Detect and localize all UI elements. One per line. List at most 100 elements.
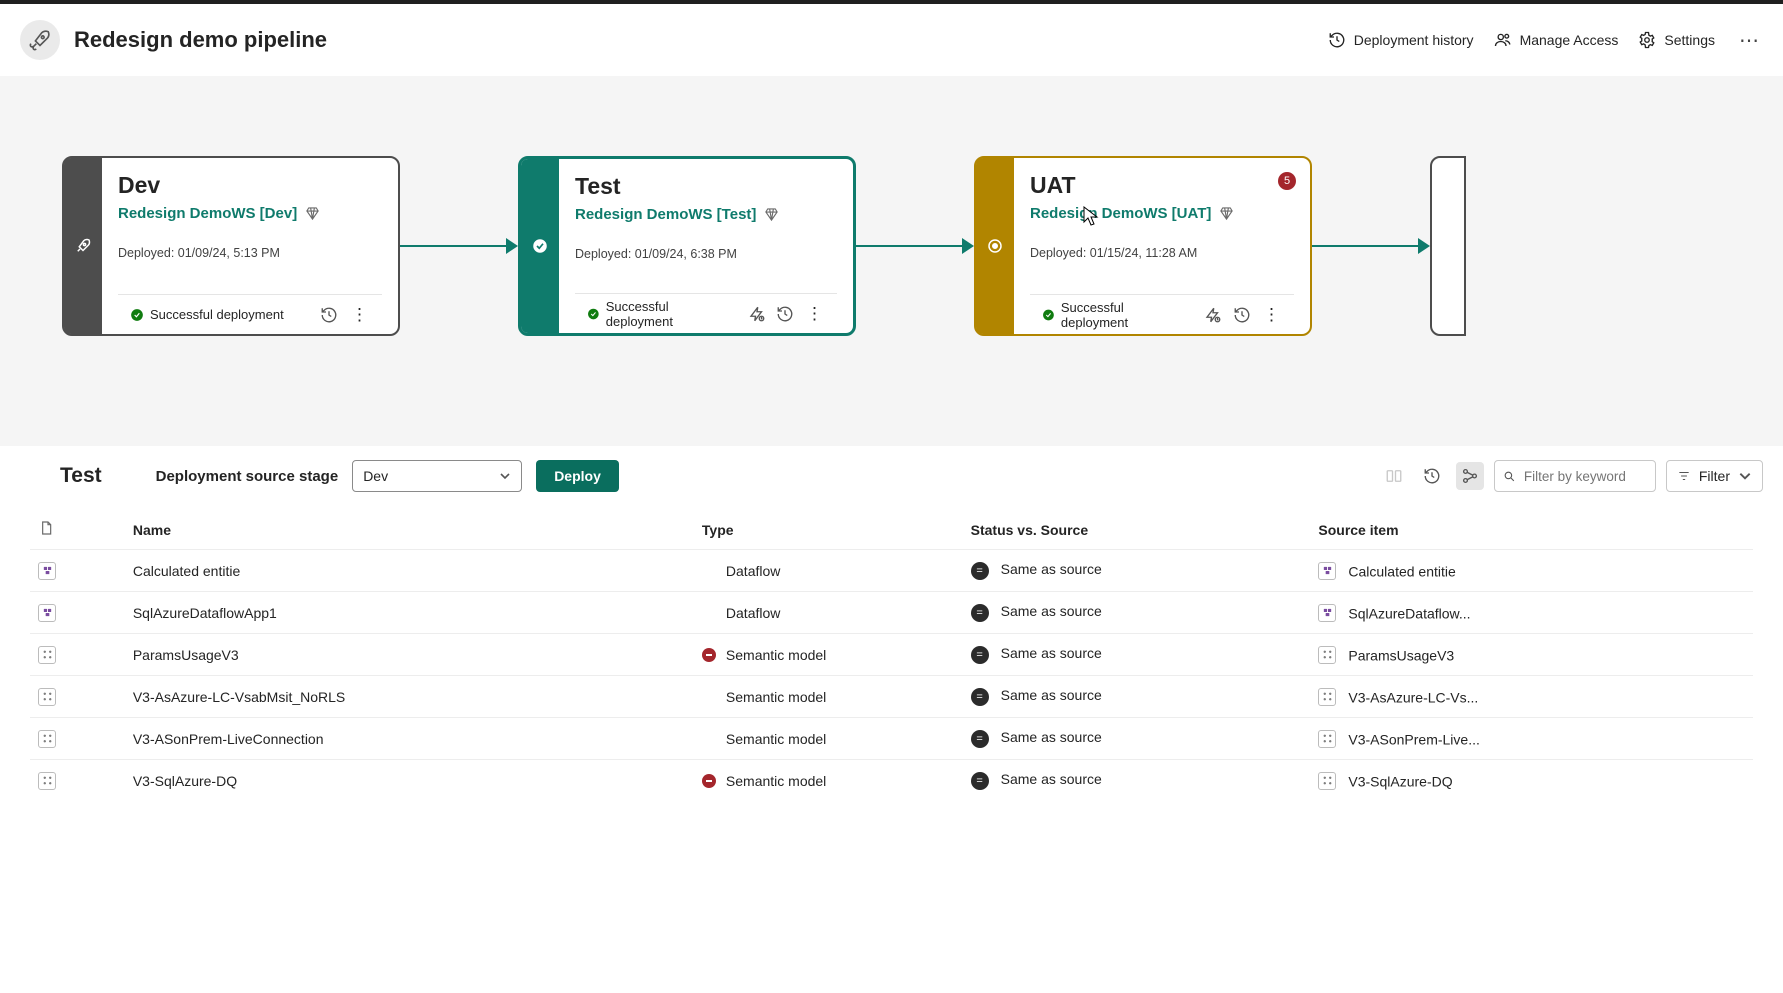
item-name: V3-SqlAzure-DQ xyxy=(125,760,694,802)
history-icon xyxy=(1328,31,1346,49)
item-type-icon xyxy=(38,646,56,664)
filter-icon xyxy=(1677,469,1691,483)
table-row[interactable]: V3-SqlAzure-DQ Semantic model = Same as sou… xyxy=(30,760,1753,802)
stage-uat-status: Successful deployment xyxy=(1061,300,1184,330)
item-type: Semantic model xyxy=(726,689,826,705)
item-type: Semantic model xyxy=(726,731,826,747)
pipeline-title: Redesign demo pipeline xyxy=(74,27,327,53)
source-type-icon xyxy=(1318,646,1336,664)
stage-test-workspace[interactable]: Redesign DemoWS [Test] xyxy=(575,206,756,223)
item-type-icon xyxy=(38,730,56,748)
pipeline-canvas: Dev Redesign DemoWS [Dev] Deployed: 01/0… xyxy=(0,76,1783,446)
lineage-button[interactable] xyxy=(1456,462,1484,490)
stage-dev[interactable]: Dev Redesign DemoWS [Dev] Deployed: 01/0… xyxy=(62,156,400,336)
check-circle-icon xyxy=(130,308,144,322)
history-button[interactable] xyxy=(1418,462,1446,490)
item-name: V3-ASonPrem-LiveConnection xyxy=(125,718,694,760)
settings-link[interactable]: Settings xyxy=(1638,31,1715,49)
filter-button[interactable]: Filter xyxy=(1666,460,1763,492)
item-status: Same as source xyxy=(1001,603,1102,619)
status-equal-icon: = xyxy=(971,772,989,790)
stage-uat-workspace[interactable]: Redesign DemoWS [UAT] xyxy=(1030,205,1211,222)
stage-dev-name: Dev xyxy=(118,172,382,199)
source-type-icon xyxy=(1318,562,1336,580)
table-row[interactable]: V3-ASonPrem-LiveConnection Semantic model… xyxy=(30,718,1753,760)
status-equal-icon: = xyxy=(971,688,989,706)
column-type[interactable]: Type xyxy=(694,506,963,550)
column-name[interactable]: Name xyxy=(125,506,694,550)
chevron-down-icon xyxy=(499,470,511,482)
check-circle-icon xyxy=(587,307,600,321)
stage-dev-deployed: Deployed: 01/09/24, 5:13 PM xyxy=(118,246,382,260)
column-source[interactable]: Source item xyxy=(1310,506,1753,550)
stage-uat-rules-button[interactable] xyxy=(1204,305,1222,325)
deployment-source-label: Deployment source stage xyxy=(156,468,339,485)
manage-access-link[interactable]: Manage Access xyxy=(1494,31,1619,49)
items-table: Name Type Status vs. Source Source item … xyxy=(30,506,1753,801)
gear-icon xyxy=(1638,31,1656,49)
item-type: Dataflow xyxy=(726,563,780,579)
filter-input[interactable] xyxy=(1494,460,1656,492)
table-row[interactable]: ParamsUsageV3 Semantic model = Same as sour… xyxy=(30,634,1753,676)
status-equal-icon: = xyxy=(971,646,989,664)
deployment-source-value: Dev xyxy=(363,468,388,484)
item-type: Dataflow xyxy=(726,605,780,621)
item-name: SqlAzureDataflowApp1 xyxy=(125,592,694,634)
item-status: Same as source xyxy=(1001,771,1102,787)
stage-uat-more-button[interactable]: ⋮ xyxy=(1261,305,1282,325)
item-status: Same as source xyxy=(1001,687,1102,703)
deployment-history-link[interactable]: Deployment history xyxy=(1328,31,1474,49)
stage-uat-deployed: Deployed: 01/15/24, 11:28 AM xyxy=(1030,246,1294,260)
stage-uat-history-button[interactable] xyxy=(1233,305,1251,325)
item-type: Semantic model xyxy=(726,647,826,663)
stage-next[interactable] xyxy=(1430,156,1466,336)
check-circle-icon xyxy=(1042,308,1055,322)
item-status: Same as source xyxy=(1001,645,1102,661)
stage-dev-history-button[interactable] xyxy=(319,305,339,325)
item-name: ParamsUsageV3 xyxy=(125,634,694,676)
stage-dev-status: Successful deployment xyxy=(150,307,284,322)
stage-uat[interactable]: 5 UAT Redesign DemoWS [UAT] Deployed: 01… xyxy=(974,156,1312,336)
item-source: V3-ASonPrem-Live... xyxy=(1348,731,1480,747)
item-source: V3-AsAzure-LC-Vs... xyxy=(1348,689,1478,705)
chevron-down-icon xyxy=(1738,469,1752,483)
filter-input-field[interactable] xyxy=(1522,468,1647,485)
deploy-button[interactable]: Deploy xyxy=(536,460,619,492)
more-menu[interactable]: ⋯ xyxy=(1735,28,1763,53)
stage-test[interactable]: Test Redesign DemoWS [Test] Deployed: 01… xyxy=(518,156,856,336)
settings-label: Settings xyxy=(1664,32,1715,48)
item-source: Calculated entitie xyxy=(1348,563,1455,579)
source-type-icon xyxy=(1318,772,1336,790)
item-source: SqlAzureDataflow... xyxy=(1348,605,1470,621)
people-icon xyxy=(1494,31,1512,49)
deployment-source-select[interactable]: Dev xyxy=(352,460,522,492)
item-type-icon xyxy=(38,772,56,790)
table-row[interactable]: Calculated entitieDataflow=Same as sourc… xyxy=(30,550,1753,592)
target-icon xyxy=(986,237,1004,255)
search-icon xyxy=(1503,469,1516,484)
stage-dev-more-button[interactable]: ⋮ xyxy=(349,305,370,325)
column-status[interactable]: Status vs. Source xyxy=(963,506,1311,550)
stage-test-deployed: Deployed: 01/09/24, 6:38 PM xyxy=(575,247,837,261)
item-status: Same as source xyxy=(1001,561,1102,577)
stage-test-name: Test xyxy=(575,173,837,200)
stage-test-rules-button[interactable] xyxy=(747,304,765,324)
item-type-icon xyxy=(38,562,56,580)
item-type-icon xyxy=(38,688,56,706)
status-equal-icon: = xyxy=(971,730,989,748)
filter-label: Filter xyxy=(1699,468,1730,484)
status-equal-icon: = xyxy=(971,604,989,622)
stage-test-history-button[interactable] xyxy=(776,304,794,324)
item-type-icon xyxy=(38,604,56,622)
item-type: Semantic model xyxy=(726,773,826,789)
stage-uat-badge: 5 xyxy=(1278,172,1296,190)
warning-icon xyxy=(702,774,716,788)
stage-toolbar: Test Deployment source stage Dev Deploy … xyxy=(0,446,1783,506)
stage-test-more-button[interactable]: ⋮ xyxy=(804,304,825,324)
stage-dev-workspace[interactable]: Redesign DemoWS [Dev] xyxy=(118,205,297,222)
app-header: Redesign demo pipeline Deployment histor… xyxy=(0,4,1783,76)
table-row[interactable]: V3-AsAzure-LC-VsabMsit_NoRLSSemantic mod… xyxy=(30,676,1753,718)
item-source: V3-SqlAzure-DQ xyxy=(1348,773,1452,789)
diamond-icon xyxy=(305,206,320,221)
table-row[interactable]: SqlAzureDataflowApp1 Dataflow = Same as sou… xyxy=(30,592,1753,634)
